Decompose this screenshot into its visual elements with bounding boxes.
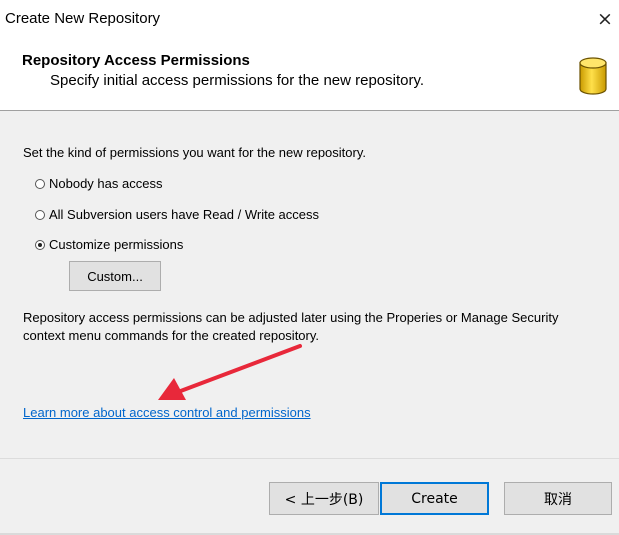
custom-button[interactable]: Custom... (69, 261, 161, 291)
radio-label: All Subversion users have Read / Write a… (49, 207, 319, 222)
back-button[interactable]: < 上一步(B) (269, 482, 379, 515)
radio-button[interactable] (35, 178, 45, 189)
window-title: Create New Repository (5, 10, 161, 27)
cancel-button[interactable]: 取消 (504, 482, 612, 515)
learn-more-link[interactable]: Learn more about access control and perm… (23, 405, 311, 420)
page-title: Repository Access Permissions (22, 52, 250, 69)
radio-label: Customize permissions (49, 237, 184, 252)
radio-button[interactable] (35, 209, 45, 220)
radio-button-selected[interactable] (35, 239, 45, 250)
wizard-header: Repository Access Permissions Specify in… (0, 38, 619, 111)
create-button[interactable]: Create (380, 482, 489, 515)
intro-text: Set the kind of permissions you want for… (23, 145, 366, 160)
content-panel: Set the kind of permissions you want for… (0, 112, 619, 458)
radio-all-users-read-write[interactable]: All Subversion users have Read / Write a… (35, 207, 319, 222)
footer-divider (0, 458, 619, 459)
radio-label: Nobody has access (49, 176, 163, 191)
note-text: Repository access permissions can be adj… (23, 310, 559, 343)
close-icon[interactable]: × (591, 0, 619, 38)
annotation-arrow (158, 344, 302, 400)
radio-nobody-access[interactable]: Nobody has access (35, 176, 162, 191)
title-bar: Create New Repository × (0, 0, 619, 38)
page-subtitle: Specify initial access permissions for t… (50, 72, 425, 89)
database-icon (579, 57, 607, 95)
radio-customize-permissions[interactable]: Customize permissions (35, 237, 183, 252)
